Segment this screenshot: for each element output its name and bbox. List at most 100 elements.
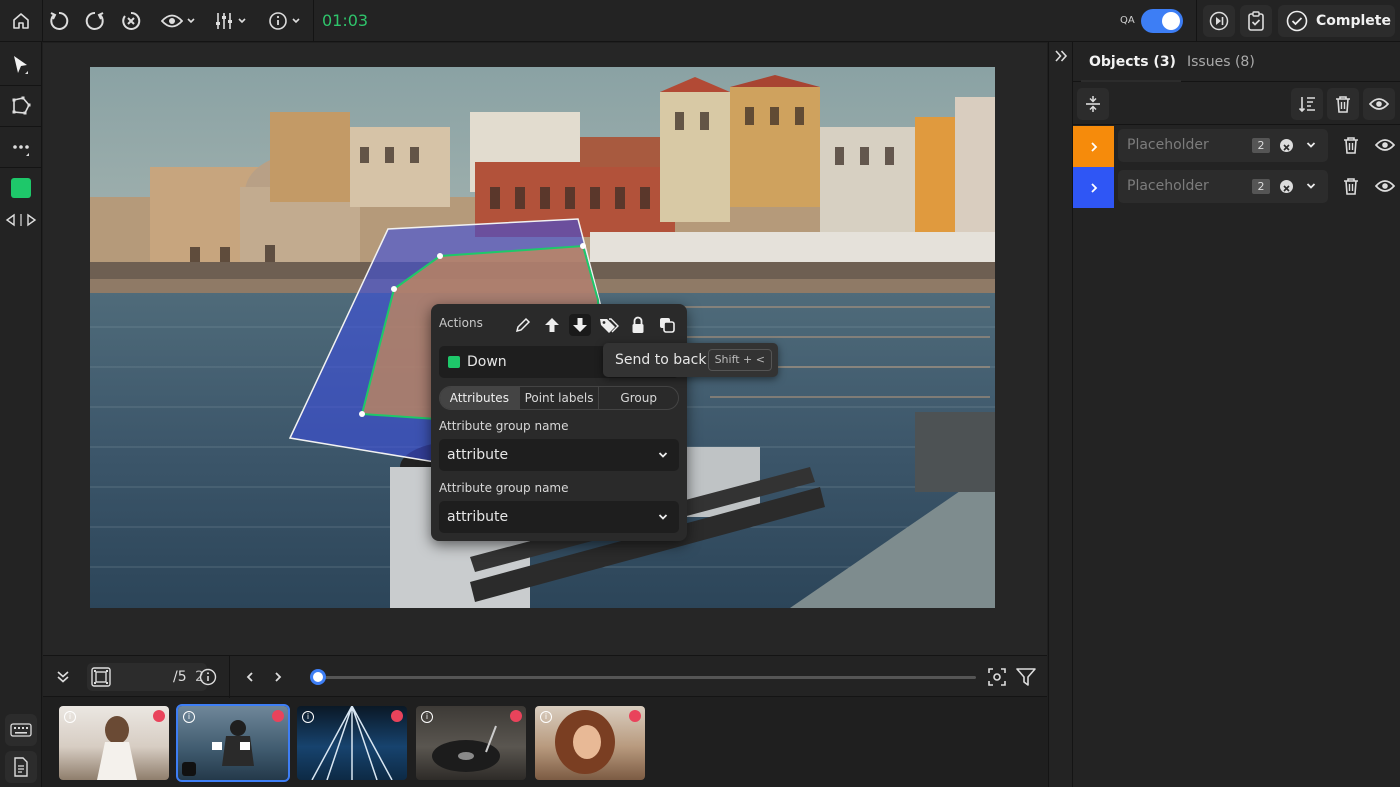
tab-objects[interactable]: Objects (3) — [1089, 42, 1176, 82]
eye-icon[interactable] — [1375, 138, 1395, 152]
tab-point-labels[interactable]: Point labels — [520, 387, 600, 409]
redo-button[interactable] — [82, 0, 108, 42]
eye-icon — [160, 14, 183, 28]
tags-button[interactable] — [598, 314, 620, 336]
toggle-all-visibility-button[interactable] — [1363, 88, 1395, 120]
previous-frame-button[interactable] — [239, 656, 261, 698]
eye-icon — [1369, 98, 1389, 110]
object-class-field[interactable]: Placeholder 2 — [1118, 170, 1328, 203]
complete-label: Complete — [1316, 13, 1391, 29]
send-to-back-button[interactable] — [569, 314, 591, 336]
thumbnail-issue-badge — [629, 710, 641, 722]
thumbnail-issue-badge — [510, 710, 522, 722]
thumbnail-info-icon[interactable]: i — [421, 711, 433, 723]
object-class-field[interactable]: Placeholder 2 — [1118, 129, 1328, 162]
bring-to-front-button[interactable] — [541, 314, 563, 336]
expand-object-button[interactable] — [1073, 167, 1114, 208]
thumbnail-frame-5[interactable]: i — [535, 706, 645, 780]
polygon-icon — [12, 96, 31, 115]
clipboard-check-icon — [1248, 11, 1264, 31]
review-button[interactable] — [1240, 5, 1272, 37]
frame-info-button[interactable] — [197, 656, 219, 698]
focus-frame-button[interactable] — [985, 656, 1009, 698]
visibility-dropdown[interactable] — [158, 0, 198, 42]
trash-icon[interactable] — [1343, 136, 1359, 154]
chevron-down-icon[interactable] — [1305, 139, 1317, 151]
attribute-select[interactable]: attribute — [439, 439, 679, 471]
chevron-down-icon — [658, 452, 668, 458]
attribute-group-label: Attribute group name — [439, 481, 569, 495]
filter-icon — [1016, 668, 1036, 686]
thumbnail-issue-badge — [272, 710, 284, 722]
collapse-panel-button[interactable] — [1053, 48, 1069, 64]
collapse-all-button[interactable] — [1077, 88, 1109, 120]
copy-button[interactable] — [656, 314, 678, 336]
objects-toolbar — [1073, 83, 1400, 125]
chevron-down-icon[interactable] — [1305, 180, 1317, 192]
lock-button[interactable] — [627, 314, 649, 336]
prev-next-object-button[interactable] — [0, 205, 42, 235]
clear-icon[interactable] — [1280, 180, 1293, 193]
class-color-chip — [11, 178, 31, 198]
thumbnail-frame-1[interactable]: i — [59, 706, 169, 780]
clear-icon[interactable] — [1280, 139, 1293, 152]
polygon-tool[interactable] — [0, 86, 42, 126]
tab-issues[interactable]: Issues (8) — [1187, 42, 1255, 82]
complete-button[interactable]: Complete — [1278, 5, 1395, 37]
undo-button[interactable] — [46, 0, 72, 42]
tab-group[interactable]: Group — [599, 387, 678, 409]
thumbnail-frame-3[interactable]: i — [297, 706, 407, 780]
top-toolbar: 01:03 QA Complete — [0, 0, 1400, 42]
cursor-arrow-icon — [14, 56, 28, 74]
double-chevron-right-icon — [1055, 50, 1068, 62]
annotation-app: 01:03 QA Complete Actions Down Attribute… — [0, 0, 1400, 787]
adjustments-dropdown[interactable] — [210, 0, 250, 42]
frame-number-input[interactable]: 2 — [87, 663, 207, 691]
keyboard-icon — [10, 723, 32, 737]
delete-all-button[interactable] — [1327, 88, 1359, 120]
attribute-select[interactable]: attribute — [439, 501, 679, 533]
thumbnail-strip: i i i i i — [43, 698, 1047, 787]
thumbnail-info-icon[interactable]: i — [64, 711, 76, 723]
qa-toggle[interactable] — [1141, 9, 1183, 33]
sort-button[interactable] — [1291, 88, 1323, 120]
frame-grid-icon — [91, 667, 111, 687]
reset-button[interactable] — [118, 0, 144, 42]
info-dropdown[interactable] — [264, 0, 304, 42]
class-color-picker[interactable] — [0, 168, 42, 208]
thumbnail-info-icon[interactable]: i — [540, 711, 552, 723]
edit-button[interactable] — [512, 314, 534, 336]
frame-total: /5 — [173, 669, 187, 685]
filter-button[interactable] — [1013, 656, 1039, 698]
frame-slider-track[interactable] — [318, 676, 976, 679]
attribute-value: attribute — [447, 509, 509, 525]
home-icon — [13, 13, 29, 29]
eye-icon[interactable] — [1375, 179, 1395, 193]
thumbnail-info-icon[interactable]: i — [183, 711, 195, 723]
document-button[interactable] — [5, 751, 37, 783]
chevron-down-icon — [237, 18, 246, 24]
chevron-left-icon — [246, 672, 253, 682]
collapse-thumbnails-button[interactable] — [49, 656, 77, 698]
trash-icon[interactable] — [1343, 177, 1359, 195]
keyboard-shortcuts-button[interactable] — [5, 714, 37, 746]
info-icon — [268, 12, 287, 30]
chevron-right-icon — [1090, 182, 1097, 193]
chevron-down-icon — [186, 18, 195, 24]
expand-object-button[interactable] — [1073, 126, 1114, 167]
tooltip-label: Send to back — [615, 352, 707, 368]
thumbnail-frame-2[interactable]: i — [176, 704, 290, 782]
select-tool[interactable] — [0, 45, 42, 85]
frame-slider-handle[interactable] — [310, 669, 326, 685]
more-dots-icon — [13, 145, 29, 156]
class-color-dot — [448, 356, 460, 368]
right-panel: Objects (3) Issues (8) Placeholder 2 Pla… — [1048, 42, 1400, 787]
thumbnail-frame-4[interactable]: i — [416, 706, 526, 780]
tab-attributes[interactable]: Attributes — [440, 387, 520, 409]
info-icon — [199, 668, 217, 686]
thumbnail-info-icon[interactable]: i — [302, 711, 314, 723]
next-frame-button[interactable] — [267, 656, 289, 698]
home-button[interactable] — [0, 0, 42, 42]
more-tools-button[interactable] — [0, 127, 42, 167]
skip-button[interactable] — [1203, 5, 1235, 37]
